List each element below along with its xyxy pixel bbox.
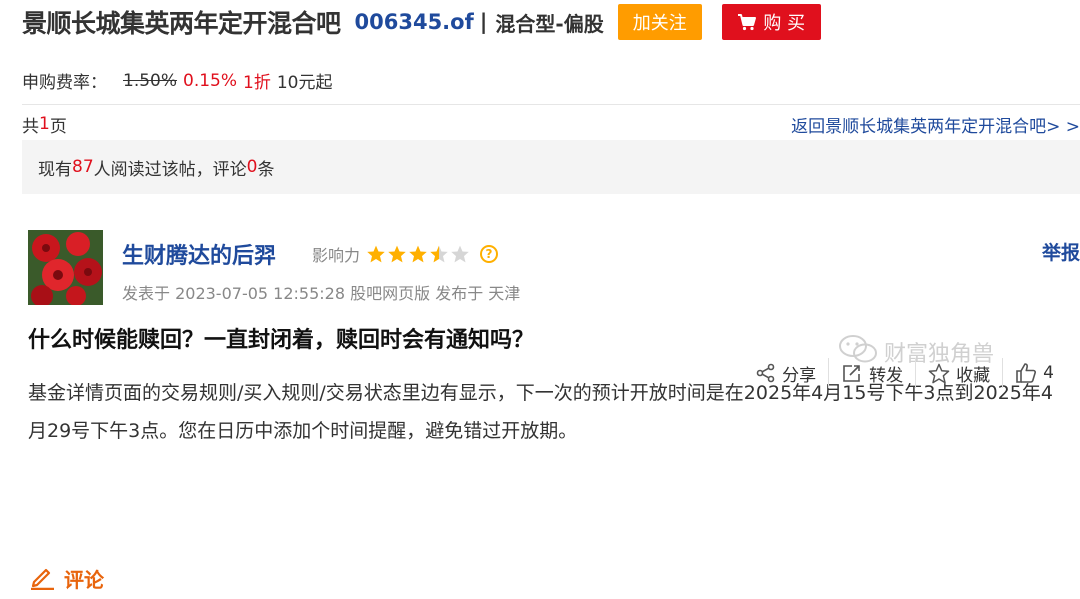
- fee-discounted-rate: 0.15%: [183, 70, 238, 91]
- pager-row: 共1页 返回景顺长城集英两年定开混合吧> >: [22, 112, 1080, 137]
- like-count: 4: [1043, 363, 1054, 383]
- report-link[interactable]: 举报: [1042, 238, 1080, 265]
- buy-button-label: 购 买: [763, 13, 806, 34]
- influence-stars: [366, 244, 470, 264]
- share-button[interactable]: 分享: [744, 358, 828, 388]
- stats-prefix: 现有: [38, 159, 72, 180]
- follow-button[interactable]: 加关注: [617, 4, 702, 40]
- star-icon: [388, 245, 406, 263]
- repost-button[interactable]: 转发: [828, 358, 915, 388]
- repost-label: 转发: [869, 365, 904, 386]
- fee-label: 申购费率：: [22, 73, 107, 93]
- share-icon: [756, 363, 776, 383]
- fund-header: 景顺长城集英两年定开混合吧 006345.of | 混合型-偏股 加关注 购 买: [22, 2, 821, 42]
- read-stats-box: 现有 87 人阅读过该帖，评论 0 条: [22, 140, 1080, 194]
- favorite-button[interactable]: 收藏: [915, 358, 1002, 388]
- reader-count: 87: [72, 157, 94, 177]
- post-action-bar: 分享 转发 收藏 4: [744, 358, 1066, 388]
- fund-code-link[interactable]: 006345.of: [355, 10, 474, 34]
- bar-title[interactable]: 景顺长城集英两年定开混合吧: [22, 4, 341, 40]
- pager-count: 1: [39, 114, 50, 134]
- follow-button-label: 加关注: [632, 13, 687, 34]
- pager-prefix: 共: [22, 116, 39, 137]
- pencil-icon: [28, 562, 56, 595]
- like-button[interactable]: 4: [1002, 358, 1066, 388]
- purchase-fee-row: 申购费率： 1.50% 0.15% 1折 10元起: [22, 68, 333, 94]
- fee-minimum: 10元起: [276, 73, 333, 93]
- star-icon: [430, 245, 448, 263]
- fee-original-rate: 1.50%: [123, 70, 178, 91]
- author-name-link[interactable]: 生财腾达的后羿: [122, 238, 276, 270]
- post-title: 什么时候能赎回？一直封闭着，赎回时会有通知吗？: [28, 328, 535, 353]
- avatar[interactable]: [28, 230, 103, 305]
- back-to-bar-link[interactable]: 返回景顺长城集英两年定开混合吧> >: [791, 112, 1080, 137]
- fund-type-label: 混合型-偏股: [495, 11, 604, 36]
- influence-label: 影响力: [312, 246, 361, 265]
- help-icon[interactable]: ?: [480, 245, 499, 263]
- star-outline-icon: [928, 363, 950, 384]
- pager-suffix: 页: [49, 116, 67, 137]
- post-meta: 发表于 2023-07-05 12:55:28 股吧网页版 发布于 天津: [122, 284, 521, 303]
- header-separator: |: [479, 10, 488, 34]
- share-label: 分享: [782, 365, 817, 386]
- cart-icon: [737, 13, 757, 31]
- stats-suffix: 条: [257, 159, 275, 180]
- star-icon: [409, 245, 427, 263]
- influence-rating: 影响力 ?: [312, 242, 499, 266]
- comment-button[interactable]: 评论: [28, 562, 104, 595]
- star-icon: [367, 245, 385, 263]
- post-card: 生财腾达的后羿 影响力 ? 举报 发表于 2023-07-05 12:55:28…: [22, 204, 1080, 599]
- comment-button-label: 评论: [64, 568, 104, 592]
- star-icon: [451, 245, 469, 263]
- stats-middle: 人阅读过该帖，评论: [93, 159, 247, 180]
- favorite-label: 收藏: [956, 365, 991, 386]
- repost-icon: [841, 363, 863, 383]
- buy-button[interactable]: 购 买: [721, 4, 821, 40]
- comment-count: 0: [246, 157, 258, 177]
- header-divider: [22, 104, 1080, 105]
- fee-discount: 1折: [243, 73, 271, 93]
- thumbs-up-icon: [1015, 362, 1037, 384]
